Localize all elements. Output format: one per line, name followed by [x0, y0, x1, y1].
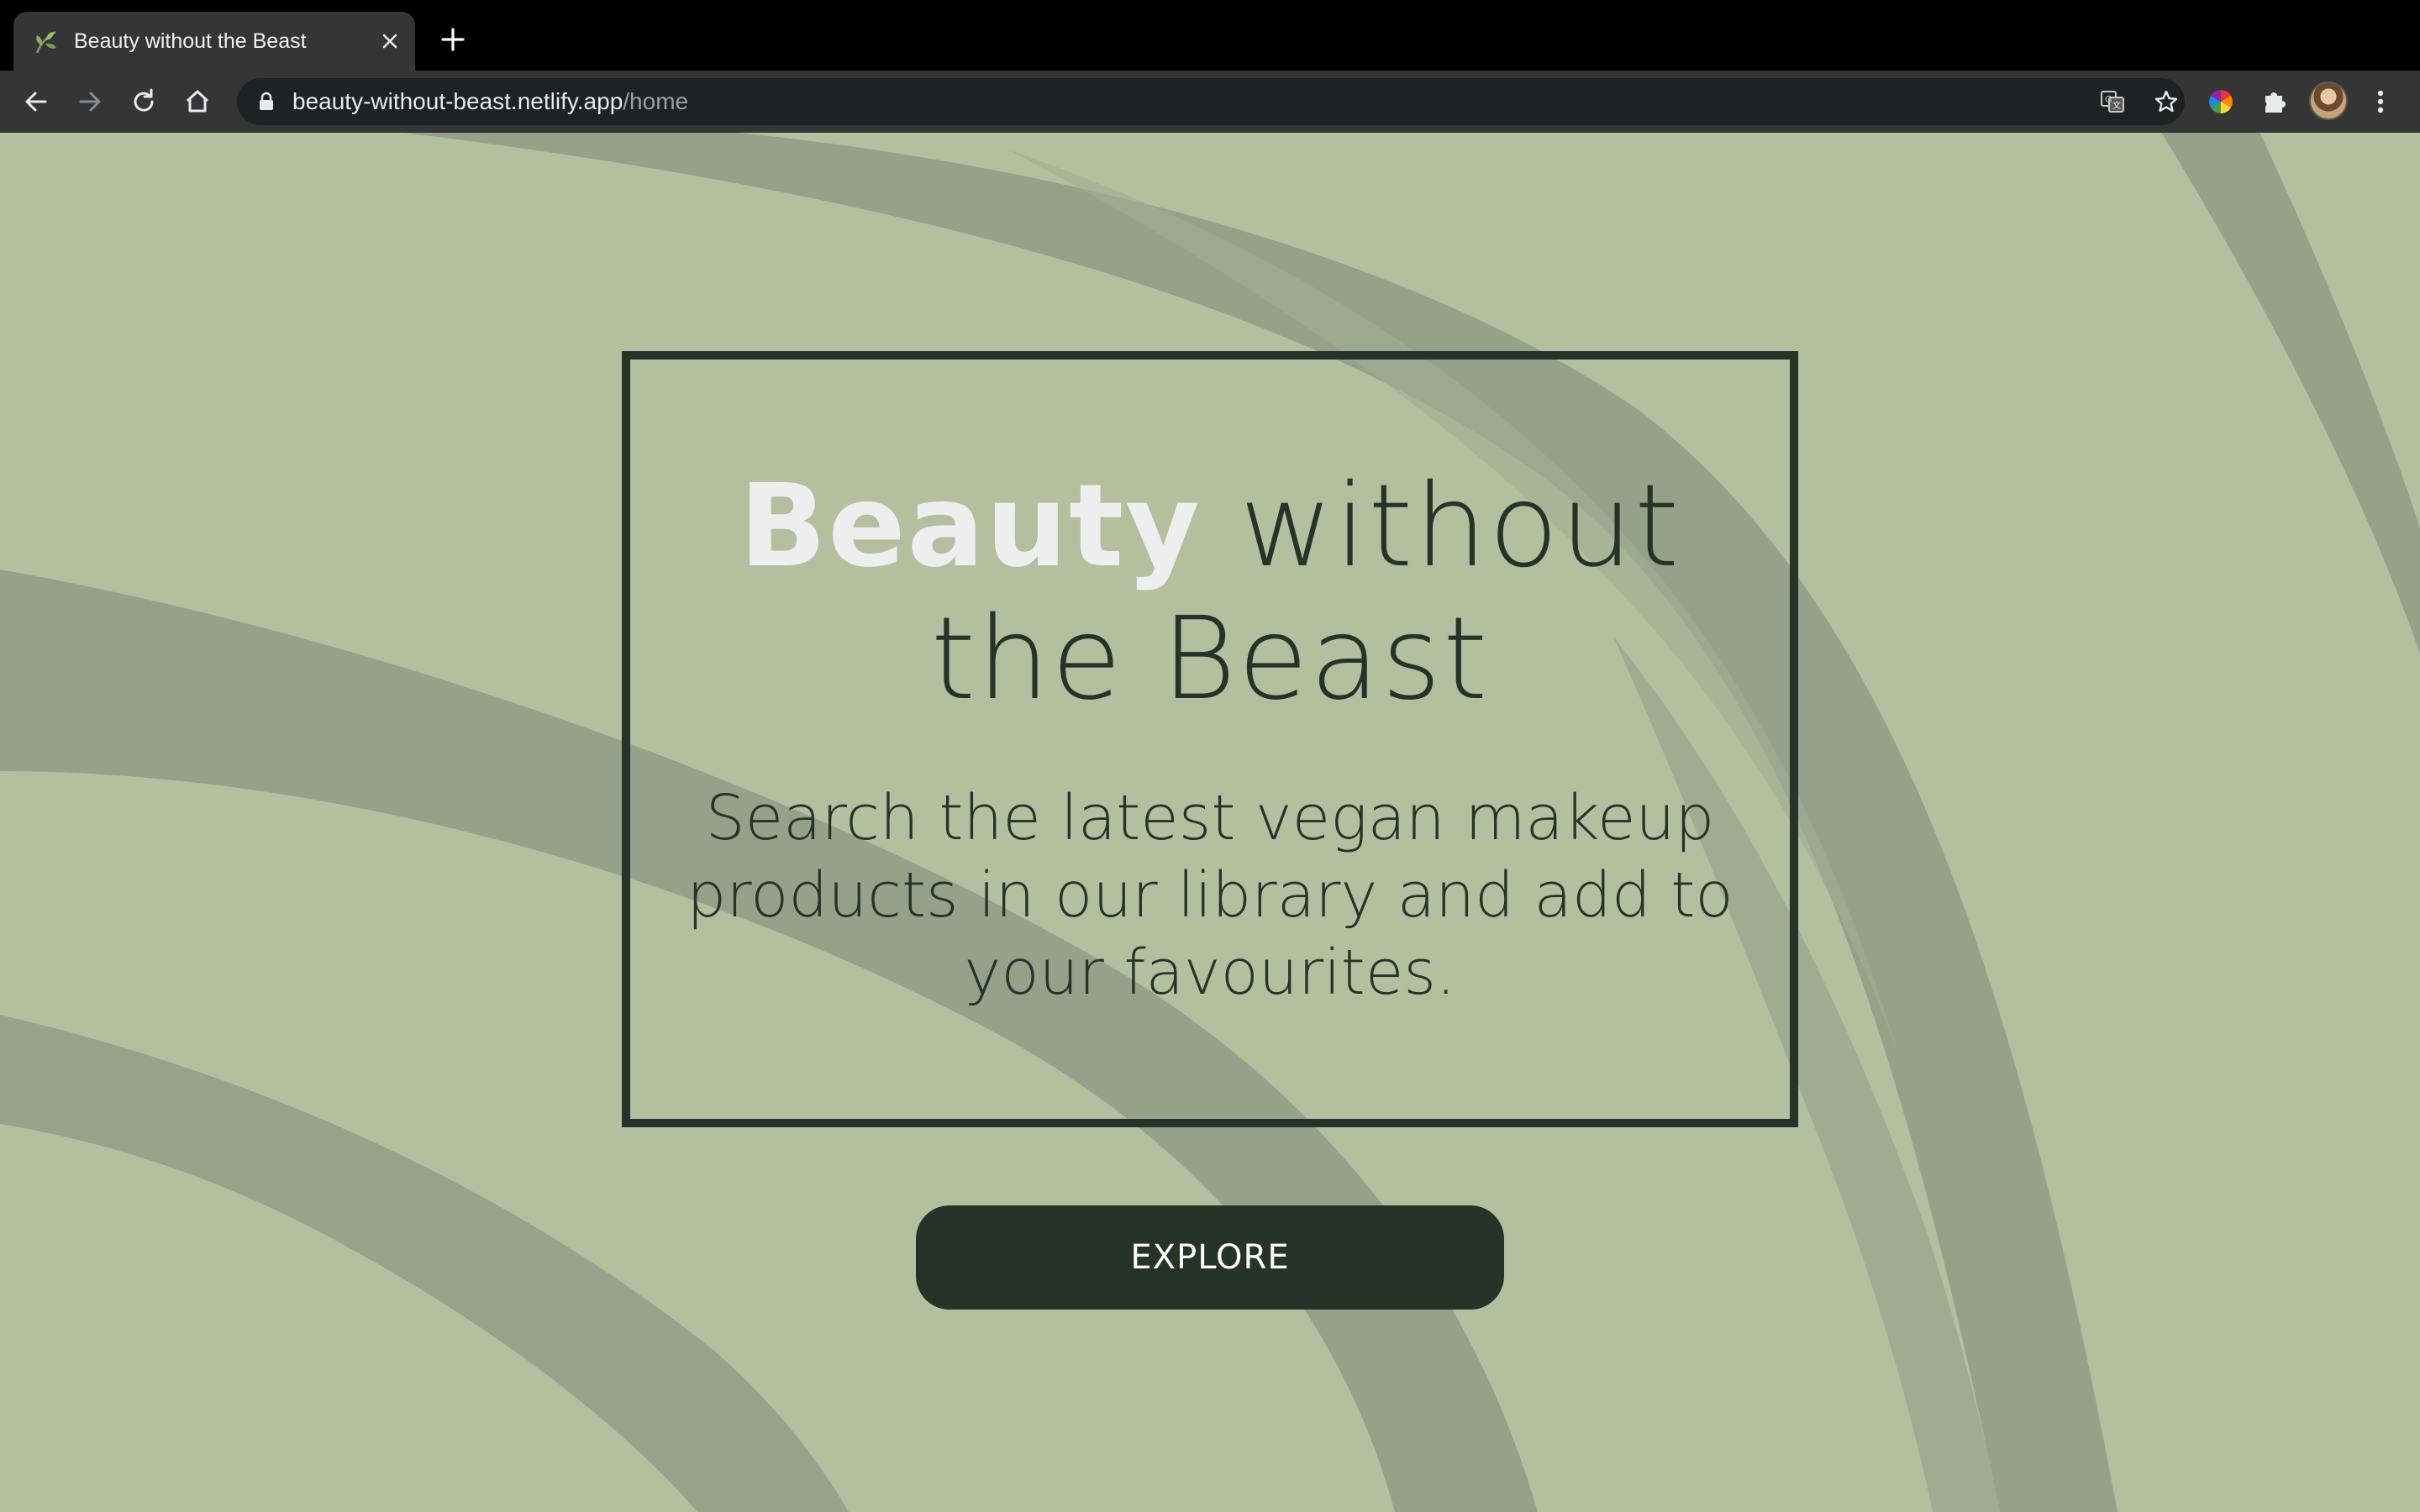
profile-avatar[interactable]	[2309, 81, 2348, 120]
page-viewport: Beauty without the Beast Search the late…	[0, 133, 2420, 1512]
browser-toolbar: beauty-without-beast.netlify.app/home G …	[0, 71, 2420, 133]
kebab-menu-icon[interactable]	[2368, 86, 2393, 118]
explore-button[interactable]: EXPLORE	[916, 1205, 1504, 1310]
hero-card: Beauty without the Beast Search the late…	[622, 351, 1798, 1127]
star-icon[interactable]	[2153, 88, 2180, 115]
color-wheel-icon[interactable]	[2205, 86, 2237, 118]
url-host: beauty-without-beast.netlify.app	[292, 88, 623, 114]
svg-text:文: 文	[2112, 100, 2121, 111]
arrow-left-icon[interactable]	[20, 86, 52, 118]
browser-tab[interactable]: Beauty without the Beast	[13, 12, 415, 71]
leaf-favicon-icon	[35, 30, 56, 54]
browser-tab-strip: Beauty without the Beast	[0, 0, 2420, 71]
arrow-right-icon[interactable]	[74, 86, 106, 118]
new-tab-plus-icon[interactable]	[439, 25, 467, 54]
hero-title: Beauty without the Beast	[630, 460, 1790, 726]
reload-icon[interactable]	[128, 86, 160, 118]
tab-title: Beauty without the Beast	[74, 29, 307, 53]
svg-text:G: G	[2105, 94, 2112, 105]
translate-icon[interactable]: G 文	[2099, 88, 2126, 115]
home-icon[interactable]	[182, 86, 213, 118]
puzzle-icon[interactable]	[2259, 86, 2291, 118]
url-text[interactable]: beauty-without-beast.netlify.app/home	[292, 78, 688, 125]
address-bar[interactable]: beauty-without-beast.netlify.app/home G …	[237, 78, 2185, 125]
close-icon[interactable]	[378, 29, 402, 53]
lock-icon[interactable]	[257, 92, 276, 112]
hero-subtitle: Search the latest vegan makeup products …	[687, 782, 1733, 1009]
hero-title-accent: Beauty	[739, 460, 1202, 593]
url-path: /home	[623, 88, 689, 114]
